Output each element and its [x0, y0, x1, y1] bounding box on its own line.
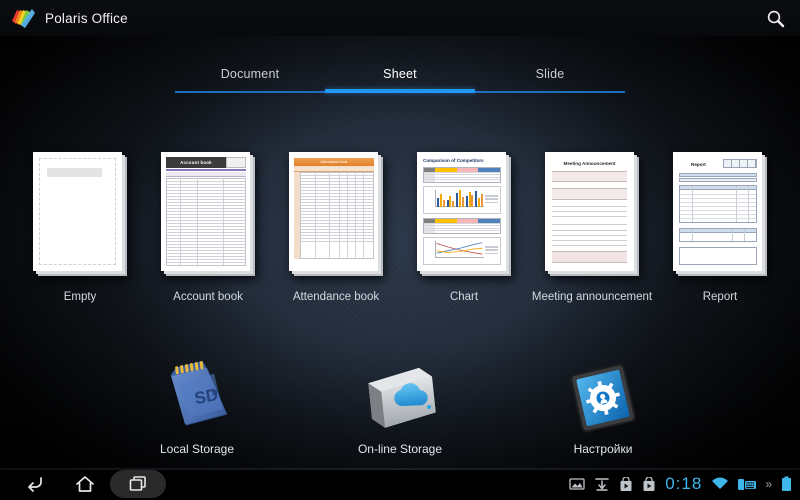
- battery-icon[interactable]: [781, 476, 792, 492]
- template-label: Meeting announcement: [531, 291, 653, 303]
- template-label: Attendance book: [292, 291, 380, 303]
- play-store-icon[interactable]: [619, 476, 633, 492]
- blank-page-thumb: [33, 152, 122, 271]
- app-title: Polaris Office: [45, 10, 128, 26]
- template-item-report[interactable]: Report Report: [656, 152, 784, 322]
- download-icon[interactable]: [594, 477, 610, 492]
- recent-apps-icon[interactable]: [110, 470, 166, 498]
- report-thumb: Report: [673, 152, 762, 271]
- storage-item-online[interactable]: On-line Storage: [319, 360, 482, 470]
- thumb-header-text: Account book: [166, 157, 226, 168]
- template-label: Report: [702, 291, 738, 303]
- polaris-pages-logo: [10, 7, 36, 29]
- tab-document[interactable]: Document: [175, 64, 325, 90]
- title-bar: Polaris Office: [0, 0, 800, 36]
- template-item-meeting-announcement[interactable]: Meeting Announcement Meeting announcemen…: [528, 152, 656, 322]
- tab-slide[interactable]: Slide: [475, 64, 625, 90]
- template-thumbnail: Account book: [161, 152, 255, 276]
- search-icon[interactable]: [759, 3, 791, 33]
- storage-label: On-line Storage: [357, 442, 443, 456]
- home-icon[interactable]: [60, 468, 110, 500]
- template-item-empty[interactable]: Empty: [16, 152, 144, 322]
- cloud-drive-icon: [352, 360, 448, 436]
- thumb-header-text: Comparison of Competitors: [423, 158, 484, 163]
- attendance-book-thumb: Attendance book: [289, 152, 378, 271]
- thumb-header-text: Attendance book: [294, 158, 374, 166]
- template-item-account-book[interactable]: Account book Account book: [144, 152, 272, 322]
- polaris-office-screen: Polaris Office Document Sheet Slide Empt…: [0, 0, 800, 500]
- settings-tablet-gear-icon: [555, 360, 651, 436]
- status-clock: 0:18: [665, 474, 703, 493]
- template-item-attendance-book[interactable]: Attendance book Attendance book: [272, 152, 400, 322]
- thumb-header-text: Report: [691, 162, 706, 167]
- navigation-buttons: [10, 468, 166, 500]
- meeting-announcement-thumb: Meeting Announcement: [545, 152, 634, 271]
- keyboard-icon[interactable]: [738, 477, 757, 491]
- category-tabs: Document Sheet Slide: [175, 64, 625, 96]
- storage-item-local[interactable]: SD Local Storage: [116, 360, 279, 470]
- screenshot-image-icon[interactable]: [569, 477, 585, 491]
- template-thumbnail: Comparison of Competitors: [417, 152, 511, 276]
- template-thumbnail: Report: [673, 152, 767, 276]
- storage-label: Настройки: [573, 442, 633, 456]
- account-book-thumb: Account book: [161, 152, 250, 271]
- template-thumbnail: Attendance book: [289, 152, 383, 276]
- tab-sheet[interactable]: Sheet: [325, 64, 475, 90]
- thumb-header-text: Meeting Announcement: [563, 161, 616, 166]
- template-label: Empty: [63, 291, 97, 303]
- template-label: Chart: [449, 291, 479, 303]
- chart-thumb: Comparison of Competitors: [417, 152, 506, 271]
- chevron-more-icon[interactable]: »: [765, 477, 772, 491]
- android-system-bar: 0:18 »: [0, 468, 800, 500]
- tab-active-indicator: [325, 89, 475, 93]
- play-store-icon[interactable]: [642, 476, 656, 492]
- template-thumbnail: Meeting Announcement: [545, 152, 639, 276]
- template-label: Account book: [173, 291, 243, 303]
- status-icons: 0:18 »: [569, 468, 792, 500]
- template-grid: Empty Account book Account book Attendan…: [0, 152, 800, 322]
- sd-card-icon: SD: [149, 360, 245, 436]
- storage-item-settings[interactable]: Настройки: [522, 360, 685, 470]
- template-thumbnail: [33, 152, 127, 276]
- storage-row: SD Local Storage On-line Storage Настрой…: [0, 360, 800, 470]
- wifi-icon[interactable]: [711, 477, 729, 491]
- template-item-chart[interactable]: Comparison of Competitors Chart: [400, 152, 528, 322]
- back-arrow-icon[interactable]: [10, 468, 60, 500]
- storage-label: Local Storage: [159, 442, 235, 456]
